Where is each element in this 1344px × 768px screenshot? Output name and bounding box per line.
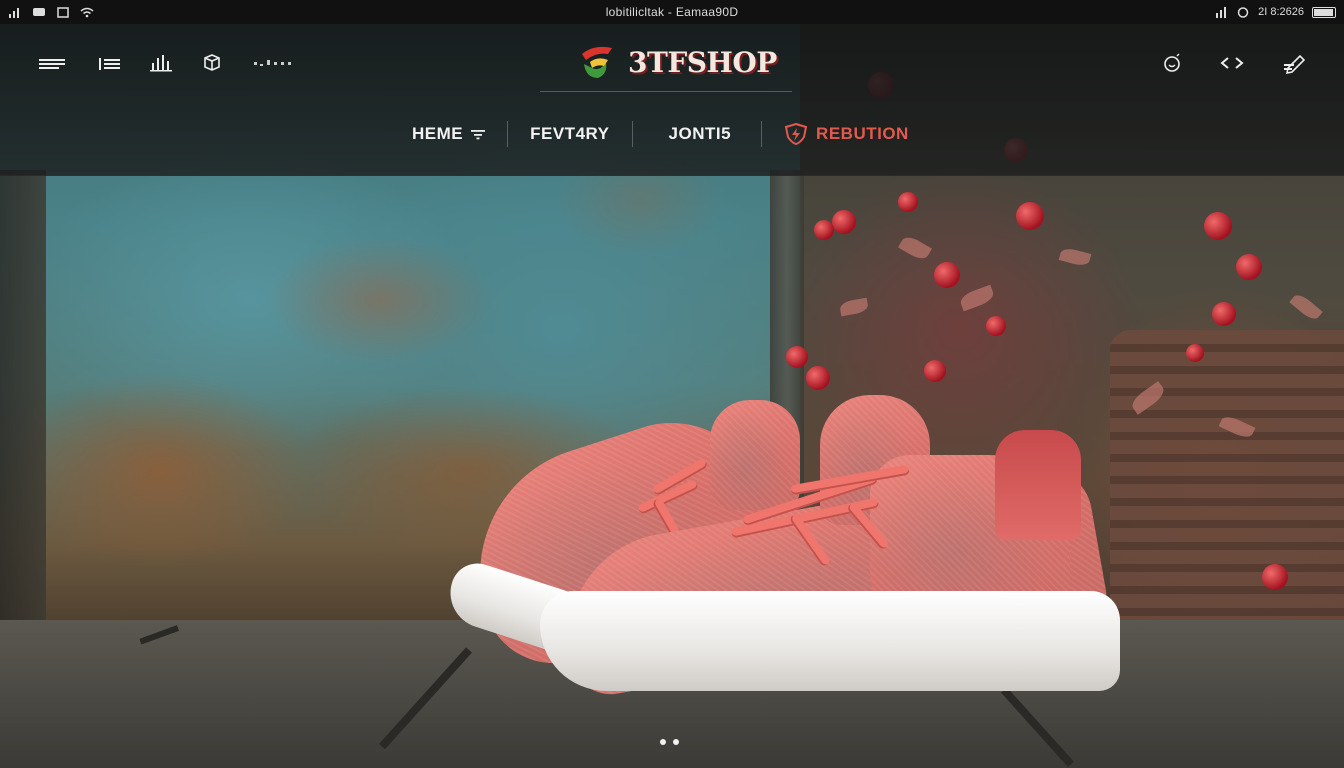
filter-dropdown-icon [471, 130, 486, 140]
shield-bolt-icon [784, 123, 808, 145]
logo-mark-icon [582, 46, 612, 78]
cube-icon[interactable] [199, 52, 227, 74]
logo-text: 3TFSHOP [628, 45, 777, 79]
battery-icon [1312, 6, 1336, 18]
nav-item-contacts[interactable]: JONTI5 [633, 120, 762, 148]
page-url: lobitilicltak - Eamaa90D [605, 5, 739, 19]
main-nav: HEME FEVT4RY JONTI5 REBUTION [390, 120, 931, 148]
sneaker-front [540, 395, 1130, 701]
logo-divider [540, 91, 792, 92]
clock-icon [1237, 6, 1249, 18]
smiley-icon[interactable] [1160, 52, 1188, 74]
list-icon[interactable] [97, 52, 125, 74]
nav-item-featured[interactable]: FEVT4RY [508, 120, 631, 148]
menu-icon[interactable] [38, 52, 66, 74]
wall-frame-left [0, 170, 46, 640]
nav-item-label: JONTI5 [668, 124, 732, 143]
dots-icon[interactable] [252, 52, 294, 74]
nav-item-rebution[interactable]: REBUTION [762, 120, 931, 148]
site-header: 3TFSHOP HEME FEVT4RY JONTI5 REBUTION [0, 24, 1344, 176]
site-logo[interactable]: 3TFSHOP [578, 38, 777, 86]
carousel-dot-2[interactable] [673, 739, 679, 745]
chart-icon[interactable] [148, 52, 176, 74]
edit-icon[interactable] [1282, 52, 1310, 74]
status-bar: lobitilicltak - Eamaa90D 2I 8:2626 [0, 0, 1344, 24]
carousel-dot-1[interactable] [660, 739, 666, 745]
status-time: 2I 8:2626 [1258, 6, 1304, 18]
nav-item-home[interactable]: HEME [390, 120, 507, 148]
nav-item-label: FEVT4RY [530, 124, 610, 143]
signal-bars-icon [1216, 6, 1227, 18]
carousel-dots [660, 739, 679, 745]
nav-item-label: HEME [412, 124, 464, 143]
nav-item-label: REBUTION [816, 124, 909, 143]
swap-arrows-icon[interactable] [1218, 52, 1246, 74]
